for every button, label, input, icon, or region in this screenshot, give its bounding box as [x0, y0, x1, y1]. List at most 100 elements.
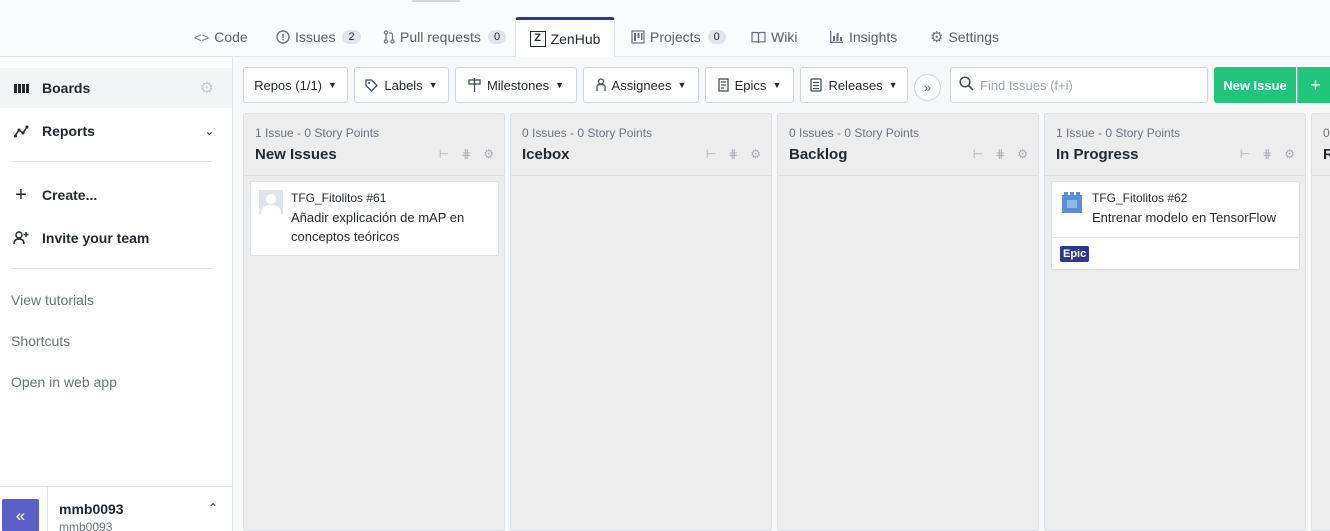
open-in-web-app-link[interactable]: Open in web app [11, 374, 117, 390]
top-indicator [412, 0, 460, 2]
collapse-sidebar-button[interactable]: « [2, 499, 39, 531]
releases-filter-button[interactable]: Releases ▼ [800, 67, 908, 103]
new-issue-dropdown-button[interactable]: + [1297, 67, 1330, 103]
issue-repo-number[interactable]: TFG_Fitolitos #62 [1092, 191, 1187, 205]
git-pull-request-icon [383, 30, 395, 44]
pipeline-name: Icebox [522, 146, 570, 163]
sidebar-item-invite-label: Invite your team [42, 230, 150, 246]
expand-filters-button[interactable]: » [914, 74, 941, 101]
sidebar-item-create[interactable]: + Create... [0, 175, 232, 215]
collapse-pipeline-icon[interactable]: ⊢ [439, 147, 449, 161]
pipeline-name: In Progress [1056, 146, 1139, 163]
tab-pull-requests[interactable]: Pull requests 0 [375, 17, 514, 57]
tab-wiki-label: Wiki [771, 29, 798, 45]
pipeline-header: 1 Issue - 0 Story Points New Issues ⊢ ⋕ … [244, 114, 504, 176]
issue-card[interactable]: TFG_Fitolitos #62 Entrenar modelo en Ten… [1051, 181, 1300, 270]
avatar [1060, 190, 1084, 214]
tab-zenhub[interactable]: Z ZenHub [515, 17, 615, 58]
gear-icon[interactable]: ⚙ [483, 147, 494, 161]
footer-separator [47, 487, 48, 531]
tab-wiki[interactable]: Wiki [743, 17, 805, 57]
user-name[interactable]: mmb0093 [59, 501, 124, 517]
sidebar-item-boards[interactable]: Boards ⚙ [0, 68, 232, 108]
pipeline-in-progress: 1 Issue - 0 Story Points In Progress ⊢ ⋕… [1044, 113, 1306, 531]
search-icon [959, 76, 974, 94]
pipeline-actions: ⊢ ⋕ ⚙ [1240, 147, 1295, 161]
assignees-filter-label: Assignees [611, 77, 672, 93]
search-input[interactable] [980, 77, 1200, 93]
chevron-down-icon: ▼ [677, 80, 687, 90]
projects-count-badge: 0 [707, 30, 726, 44]
issue-card[interactable]: TFG_Fitolitos #61 Añadir explicación de … [250, 181, 499, 256]
board-icon [12, 83, 30, 94]
project-icon [631, 30, 645, 44]
gear-icon[interactable]: ⚙ [1017, 147, 1028, 161]
sidebar-item-boards-label: Boards [42, 80, 91, 96]
zenhub-logo-icon: Z [529, 30, 546, 47]
pipeline-icebox: 0 Issues - 0 Story Points Icebox ⊢ ⋕ ⚙ [510, 113, 772, 531]
chevron-down-icon: ▼ [888, 80, 898, 90]
user-handle: mmb0093 [59, 520, 113, 531]
collapse-pipeline-icon[interactable]: ⊢ [706, 147, 716, 161]
chevron-down-icon: ⌄ [204, 125, 214, 138]
wip-limit-icon[interactable]: ⋕ [1262, 147, 1272, 161]
milestones-filter-button[interactable]: Milestones ▼ [455, 67, 577, 103]
sidebar-item-invite[interactable]: Invite your team [0, 218, 232, 258]
person-add-icon [12, 231, 30, 245]
double-chevron-left-icon: « [15, 505, 26, 525]
pipeline-meta: 1 Issue - 0 Story Points [255, 126, 380, 140]
epic-icon [717, 78, 729, 92]
wip-limit-icon[interactable]: ⋕ [728, 147, 738, 161]
pipeline-header: 0 Issues - 0 Story Points Backlog ⊢ ⋕ ⚙ [778, 114, 1038, 176]
tab-code-label: Code [214, 29, 248, 45]
epic-badge[interactable]: Epic [1060, 246, 1090, 262]
sidebar-item-reports-label: Reports [42, 123, 95, 139]
sidebar-item-reports[interactable]: Reports ⌄ [0, 111, 232, 151]
pipeline-header: 0 Issues - 0 Story Points Icebox ⊢ ⋕ ⚙ [511, 114, 771, 176]
shortcuts-link[interactable]: Shortcuts [11, 333, 70, 349]
gear-icon[interactable]: ⚙ [1284, 147, 1295, 161]
tab-insights-label: Insights [849, 29, 898, 45]
tab-insights[interactable]: Insights [821, 17, 905, 57]
tab-settings[interactable]: ⚙ Settings [922, 17, 1007, 57]
wip-limit-icon[interactable]: ⋕ [461, 147, 471, 161]
sidebar-item-create-label: Create... [42, 187, 98, 203]
issue-title[interactable]: Entrenar modelo en TensorFlow [1092, 208, 1292, 227]
pipeline-name: R [1323, 146, 1330, 163]
milestone-icon [468, 78, 481, 92]
pipeline-actions: ⊢ ⋕ ⚙ [439, 147, 494, 161]
chevron-down-icon: ▼ [772, 80, 782, 90]
card-divider [1052, 237, 1299, 238]
chevron-down-icon: ▼ [328, 80, 337, 90]
collapse-pipeline-icon[interactable]: ⊢ [973, 147, 983, 161]
pipeline-meta: 0 Issues - 0 Story Points [522, 126, 653, 140]
search-box[interactable] [950, 67, 1208, 103]
avatar [259, 190, 283, 214]
assignees-filter-button[interactable]: Assignees ▼ [583, 67, 699, 103]
gear-icon: ⚙ [930, 29, 944, 46]
labels-filter-button[interactable]: Labels ▼ [354, 67, 449, 103]
code-icon: <> [194, 29, 210, 45]
issue-title[interactable]: Añadir explicación de mAP en conceptos t… [291, 208, 491, 246]
wip-limit-icon[interactable]: ⋕ [995, 147, 1005, 161]
tab-projects[interactable]: Projects 0 [623, 17, 734, 57]
pipeline-actions: ⊢ ⋕ ⚙ [706, 147, 761, 161]
pull-requests-count-badge: 0 [487, 30, 507, 44]
collapse-pipeline-icon[interactable]: ⊢ [1240, 147, 1250, 161]
tab-code[interactable]: <> Code [186, 17, 256, 57]
pipeline-partial: 0 R [1311, 113, 1330, 531]
chevron-up-icon[interactable]: ⌃ [208, 501, 218, 515]
epics-filter-button[interactable]: Epics ▼ [705, 67, 794, 103]
new-issue-button[interactable]: New Issue [1214, 67, 1296, 103]
issue-repo-number[interactable]: TFG_Fitolitos #61 [291, 191, 386, 205]
board-settings-gear-icon[interactable]: ⚙ [200, 78, 214, 98]
tab-issues[interactable]: Issues 2 [268, 17, 369, 57]
reports-chart-icon [12, 125, 30, 138]
board-toolbar: Repos (1/1) ▼ Labels ▼ Milestones ▼ Assi… [233, 57, 1330, 113]
pipeline-actions: ⊢ ⋕ ⚙ [973, 147, 1028, 161]
view-tutorials-link[interactable]: View tutorials [11, 292, 94, 308]
repos-filter-button[interactable]: Repos (1/1) ▼ [243, 67, 348, 103]
milestones-filter-label: Milestones [486, 77, 550, 93]
gear-icon[interactable]: ⚙ [750, 147, 761, 161]
chevron-down-icon: ▼ [428, 80, 438, 90]
